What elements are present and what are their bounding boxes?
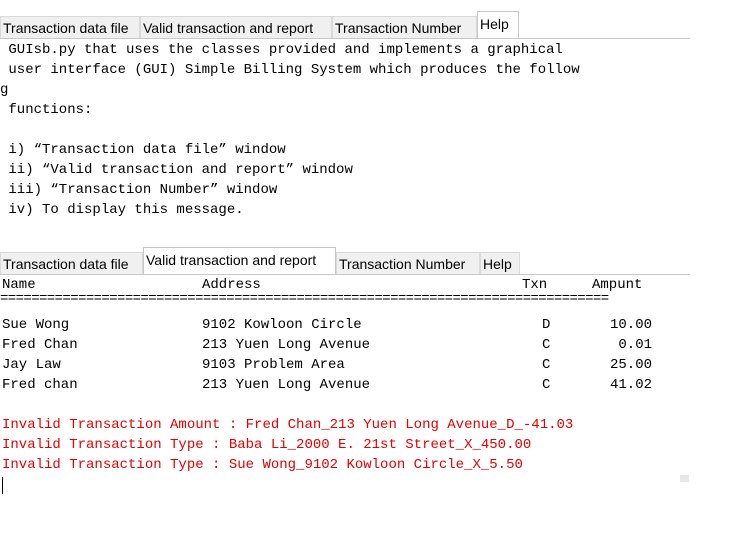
tab-transaction-number[interactable]: Transaction Number: [332, 16, 477, 38]
tab-transaction-number[interactable]: Transaction Number: [336, 252, 480, 274]
table-row-txn: D: [542, 317, 551, 333]
help-line: iv) To display this message.: [0, 202, 244, 218]
table-row-amount: 41.02: [609, 377, 652, 393]
table-row-address: 9102 Kowloon Circle: [202, 317, 362, 333]
table-row-amount: 0.01: [618, 337, 652, 353]
table-row-address: 213 Yuen Long Avenue: [202, 377, 371, 393]
table-row-name: Fred Chan: [2, 337, 78, 353]
table-row-name: Sue Wong: [2, 317, 70, 333]
help-line: functions:: [0, 102, 93, 118]
header-separator: ========================================…: [0, 291, 609, 307]
tab-valid-transaction-report[interactable]: Valid transaction and report: [143, 247, 336, 274]
help-line: user interface (GUI) Simple Billing Syst…: [0, 62, 580, 78]
tab-help[interactable]: Help: [477, 11, 519, 38]
table-row-txn: C: [542, 357, 551, 373]
error-line: Invalid Transaction Amount : Fred Chan_2…: [2, 417, 574, 433]
error-line: Invalid Transaction Type : Baba Li_2000 …: [2, 437, 532, 453]
help-line: g: [0, 82, 9, 98]
tab-transaction-data-file[interactable]: Transaction data file: [0, 16, 140, 38]
table-row-amount: 10.00: [609, 317, 652, 333]
help-line: ii) “Valid transaction and report” windo…: [0, 162, 353, 178]
table-row-txn: C: [542, 377, 551, 393]
scrollbar-corner[interactable]: [680, 475, 689, 482]
table-row-txn: C: [542, 337, 551, 353]
table-row-amount: 25.00: [609, 357, 652, 373]
help-line: iii) “Transaction Number” window: [0, 182, 278, 198]
tab-help[interactable]: Help: [480, 252, 520, 274]
tab-transaction-data-file[interactable]: Transaction data file: [0, 252, 143, 274]
report-text-area[interactable]: Name Address Txn Ampunt ================…: [0, 275, 690, 505]
help-line: i) “Transaction data file” window: [0, 142, 286, 158]
bottom-tab-bar: Transaction data file Valid transaction …: [0, 247, 690, 275]
table-row-address: 213 Yuen Long Avenue: [202, 337, 371, 353]
table-row-name: Jay Law: [2, 357, 61, 373]
error-line: Invalid Transaction Type : Sue Wong_9102…: [2, 457, 523, 473]
help-line: GUIsb.py that uses the classes provided …: [0, 42, 563, 58]
top-tab-bar: Transaction data file Valid transaction …: [0, 11, 690, 39]
tab-valid-transaction-report[interactable]: Valid transaction and report: [140, 16, 332, 38]
table-row-name: Fred chan: [2, 377, 78, 393]
text-cursor: [2, 477, 3, 494]
table-row-address: 9103 Problem Area: [202, 357, 345, 373]
